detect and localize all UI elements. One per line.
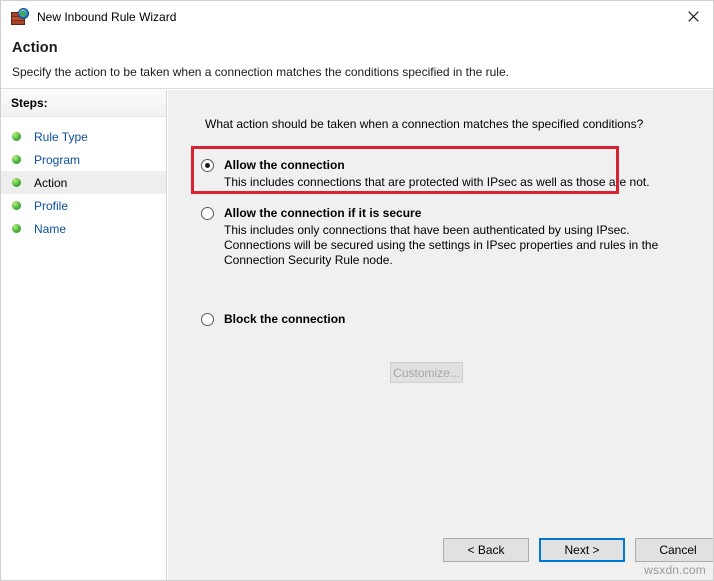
page-title: Action <box>12 40 58 56</box>
cancel-button[interactable]: Cancel <box>635 538 713 562</box>
option-allow-the-connection-if-it-is-secure[interactable]: Allow the connection if it is secure Thi… <box>201 206 681 268</box>
option-description: This includes only connections that have… <box>224 223 659 267</box>
green-orb-icon <box>12 224 21 233</box>
globe-shape <box>18 8 29 19</box>
option-block-the-connection[interactable]: Block the connection <box>201 312 681 326</box>
radio-allow-the-connection-if-it-is-secure[interactable] <box>201 207 214 220</box>
sidebar-item-name[interactable]: Name <box>1 217 166 240</box>
green-orb-icon <box>12 132 21 141</box>
next-button[interactable]: Next > <box>539 538 625 562</box>
sidebar-item-label: Name <box>34 221 67 236</box>
option-allow-the-connection[interactable]: Allow the connection This includes conne… <box>201 158 681 190</box>
main-content: What action should be taken when a conne… <box>168 90 713 580</box>
steps-header: Steps: <box>1 90 166 117</box>
sidebar-item-label: Program <box>34 152 81 167</box>
sidebar-item-program[interactable]: Program <box>1 148 166 171</box>
window-title: New Inbound Rule Wizard <box>37 10 177 24</box>
radio-block-the-connection[interactable] <box>201 313 214 326</box>
watermark: wsxdn.com <box>644 563 706 577</box>
green-orb-icon <box>12 155 21 164</box>
sidebar-item-rule-type[interactable]: Rule Type <box>1 125 166 148</box>
back-button[interactable]: < Back <box>443 538 529 562</box>
sidebar-item-action[interactable]: Action <box>1 171 166 194</box>
radio-allow-the-connection[interactable] <box>201 159 214 172</box>
close-icon[interactable] <box>671 1 713 32</box>
option-description: This includes connections that are prote… <box>224 175 650 189</box>
content-question: What action should be taken when a conne… <box>205 117 644 131</box>
sidebar-item-profile[interactable]: Profile <box>1 194 166 217</box>
sidebar-item-label: Action <box>34 175 68 190</box>
green-orb-icon <box>12 201 21 210</box>
title-bar: New Inbound Rule Wizard <box>1 1 713 33</box>
sidebar-item-label: Profile <box>34 198 69 213</box>
sidebar-item-label: Rule Type <box>34 129 88 144</box>
firewall-globe-icon <box>11 8 29 26</box>
new-inbound-rule-wizard-window: New Inbound Rule Wizard Action Specify t… <box>0 0 714 581</box>
page-header: Action Specify the action to be taken wh… <box>1 33 713 89</box>
option-title: Allow the connection if it is secure <box>224 206 422 220</box>
page-subtitle: Specify the action to be taken when a co… <box>12 65 509 79</box>
option-title: Block the connection <box>224 312 346 326</box>
steps-sidebar: Steps: Rule Type Program Action Profile … <box>1 90 167 580</box>
option-title: Allow the connection <box>224 158 345 172</box>
green-orb-icon <box>12 178 21 187</box>
customize-button: Customize... <box>390 362 463 383</box>
